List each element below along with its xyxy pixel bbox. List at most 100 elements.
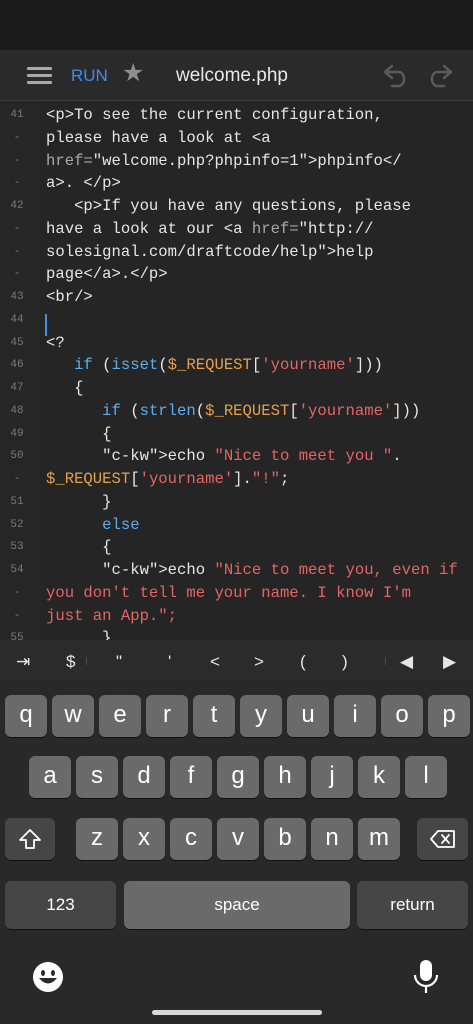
- open-paren-key[interactable]: (: [300, 652, 306, 672]
- run-button[interactable]: RUN: [71, 66, 108, 86]
- code-line: 50 "c-kw">echo "Nice to meet you ".: [0, 445, 473, 468]
- code-text: }: [46, 629, 112, 640]
- cursor-left-icon[interactable]: ◀: [400, 652, 413, 672]
- code-line: - page</a>.</p>: [0, 263, 473, 286]
- key-a[interactable]: a: [29, 756, 71, 798]
- status-bar: [0, 0, 473, 50]
- cursor-right-icon[interactable]: ▶: [443, 652, 456, 672]
- line-number: 45: [10, 336, 24, 349]
- code-text: }: [46, 492, 112, 511]
- line-number: -: [13, 586, 21, 599]
- code-line: - a>. </p>: [0, 172, 473, 195]
- code-text: solesignal.com/draftcode/help">help: [46, 242, 374, 261]
- key-x[interactable]: x: [123, 818, 165, 860]
- code-text: please have a look at <a: [46, 128, 271, 147]
- line-number: 50: [10, 450, 24, 463]
- less-than-key[interactable]: <: [210, 652, 220, 672]
- code-editor[interactable]: 41 <p>To see the current configuration, - p…: [0, 101, 473, 640]
- hamburger-menu-icon[interactable]: [27, 67, 52, 85]
- single-quote-key[interactable]: ': [168, 652, 171, 672]
- code-line: 45 <?: [0, 332, 473, 355]
- code-text: <p>To see the current configuration,: [46, 106, 383, 124]
- line-number: 43: [10, 291, 24, 303]
- code-line: - href="welcome.php?phpinfo=1">phpinfo</: [0, 150, 473, 173]
- close-paren-key[interactable]: ): [342, 652, 348, 672]
- code-text: {: [46, 538, 112, 557]
- line-number: -: [13, 131, 21, 144]
- code-text: <?: [46, 333, 65, 352]
- star-icon[interactable]: ★: [122, 61, 144, 86]
- code-text: href="welcome.php?phpinfo=1">phpinfo</: [46, 151, 402, 170]
- code-text: have a look at our <a href="http://: [46, 219, 374, 238]
- line-number: 48: [10, 404, 24, 417]
- key-i[interactable]: i: [334, 695, 376, 737]
- key-g[interactable]: g: [217, 756, 259, 798]
- shift-key[interactable]: [5, 818, 55, 860]
- key-s[interactable]: s: [76, 756, 118, 798]
- undo-icon[interactable]: [382, 62, 412, 88]
- code-line: 51 }: [0, 491, 473, 514]
- separator: [385, 657, 386, 665]
- code-text: a>. </p>: [46, 174, 121, 193]
- code-text: {: [46, 424, 112, 443]
- redo-icon[interactable]: [424, 62, 454, 88]
- code-line: - just an App.";: [0, 605, 473, 628]
- key-z[interactable]: z: [76, 818, 118, 860]
- text-cursor: [45, 314, 47, 336]
- code-line: 44: [0, 309, 473, 332]
- double-quote-key[interactable]: ": [116, 652, 122, 672]
- tab-key[interactable]: ⇥: [16, 652, 30, 672]
- space-key[interactable]: space: [124, 881, 350, 929]
- code-text: "c-kw">echo "Nice to meet you, even if: [102, 561, 458, 579]
- key-e[interactable]: e: [99, 695, 141, 737]
- key-b[interactable]: b: [264, 818, 306, 860]
- key-f[interactable]: f: [170, 756, 212, 798]
- key-u[interactable]: u: [287, 695, 329, 737]
- key-p[interactable]: p: [428, 695, 470, 737]
- greater-than-key[interactable]: >: [254, 652, 264, 672]
- code-line: 54 "c-kw">echo "Nice to meet you, even i…: [0, 559, 473, 582]
- key-m[interactable]: m: [358, 818, 400, 860]
- code-text: you don't tell me your name. I know I'm: [46, 583, 411, 602]
- delete-key[interactable]: [417, 818, 468, 860]
- numbers-key[interactable]: 123: [5, 881, 116, 929]
- key-h[interactable]: h: [264, 756, 306, 798]
- line-number: -: [13, 245, 21, 258]
- key-j[interactable]: j: [311, 756, 353, 798]
- line-number: 44: [10, 313, 24, 326]
- code-line: 42 <p>If you have any questions, please: [0, 195, 473, 218]
- key-q[interactable]: q: [5, 695, 47, 737]
- code-text: if (strlen($_REQUEST['yourname'])): [102, 401, 421, 420]
- code-line: 48 if (strlen($_REQUEST['yourname'])): [0, 400, 473, 423]
- key-v[interactable]: v: [217, 818, 259, 860]
- key-d[interactable]: d: [123, 756, 165, 798]
- code-text: <br/>: [46, 288, 93, 306]
- key-y[interactable]: y: [240, 695, 282, 737]
- key-t[interactable]: t: [193, 695, 235, 737]
- key-k[interactable]: k: [358, 756, 400, 798]
- key-l[interactable]: l: [405, 756, 447, 798]
- microphone-icon[interactable]: [411, 958, 441, 996]
- shift-icon: [19, 829, 41, 849]
- code-line: 46 if (isset($_REQUEST['yourname'])): [0, 354, 473, 377]
- line-number: 52: [10, 518, 24, 531]
- code-text: $_REQUEST['yourname']."!";: [46, 470, 290, 488]
- code-text: {: [46, 379, 84, 397]
- code-text: "c-kw">echo "Nice to meet you ".: [102, 447, 402, 466]
- backspace-icon: [429, 830, 455, 848]
- key-w[interactable]: w: [52, 695, 94, 737]
- home-indicator: [152, 1010, 322, 1015]
- emoji-icon[interactable]: [31, 960, 65, 994]
- return-key[interactable]: return: [357, 881, 468, 929]
- code-line: - have a look at our <a href="http://: [0, 218, 473, 241]
- key-o[interactable]: o: [381, 695, 423, 737]
- key-n[interactable]: n: [311, 818, 353, 860]
- editor-toolbar: RUN ★ welcome.php: [0, 50, 473, 101]
- key-r[interactable]: r: [146, 695, 188, 737]
- code-text: else: [102, 515, 140, 534]
- file-title: welcome.php: [176, 65, 288, 86]
- onscreen-keyboard: q w e r t y u i o p a s d f g h j k l z …: [0, 680, 473, 1024]
- key-c[interactable]: c: [170, 818, 212, 860]
- dollar-key[interactable]: $: [66, 652, 75, 672]
- line-number: 41: [10, 109, 24, 121]
